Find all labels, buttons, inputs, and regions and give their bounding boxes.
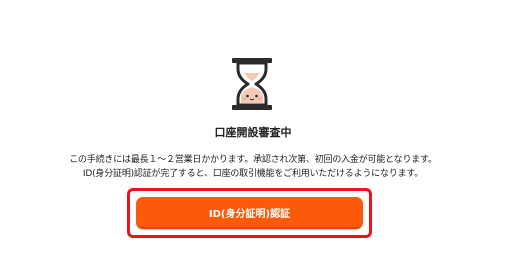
- description-line-1: この手続きには最長１～２営業日かかります。承認され次第、初回の入金が可能となりま…: [69, 155, 437, 165]
- review-description: この手続きには最長１～２営業日かかります。承認され次第、初回の入金が可能となりま…: [0, 153, 506, 181]
- review-status-title: 口座開設審査中: [214, 126, 292, 139]
- account-review-panel: 口座開設審査中 この手続きには最長１～２営業日かかります。承認され次第、初回の入…: [0, 0, 506, 268]
- description-line-2: ID(身分証明)認証が完了すると、口座の取引機能をご利用いただけるようになります…: [82, 169, 424, 179]
- id-verification-button[interactable]: ID(身分証明)認証: [136, 197, 363, 229]
- hourglass-icon: [232, 58, 272, 110]
